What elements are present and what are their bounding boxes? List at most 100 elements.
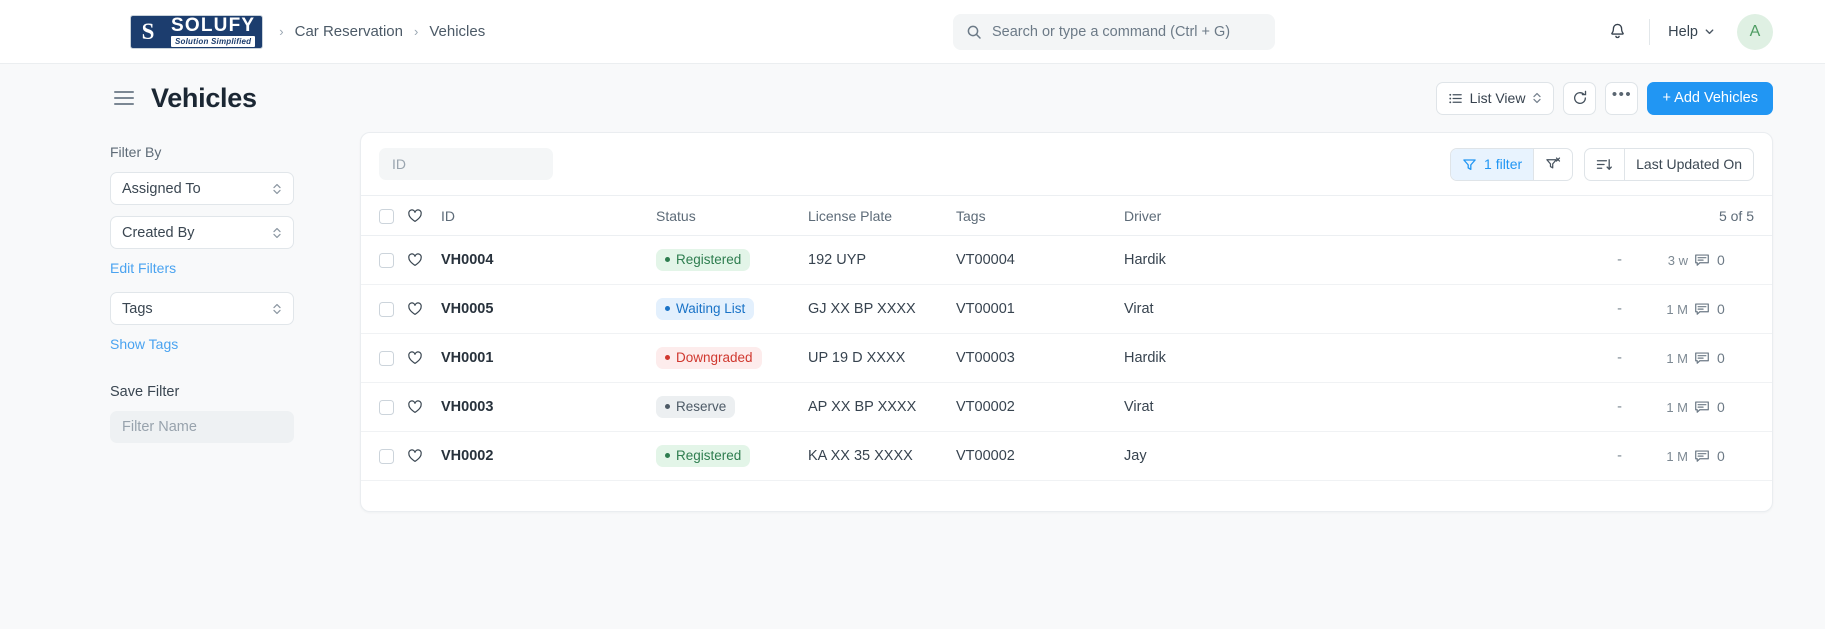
cell-status: Waiting List [656, 284, 808, 334]
row-favorite-cell [407, 382, 441, 432]
filter-count-label: 1 filter [1484, 156, 1523, 172]
more-options-button[interactable]: ••• [1605, 81, 1639, 115]
cell-driver: Jay [1124, 431, 1582, 481]
cell-spacer: - [1582, 382, 1622, 432]
select-all-checkbox[interactable] [379, 208, 394, 224]
table-row[interactable]: VH0003 Reserve AP XX BP XXXX VT00002 Virat -1… [361, 382, 1772, 432]
sort-controls: Last Updated On [1584, 147, 1754, 181]
cell-status: Downgraded [656, 333, 808, 383]
notifications-button[interactable] [1599, 14, 1635, 50]
table-row[interactable]: VH0002 Registered KA XX 35 XXXX VT00002 Jay -… [361, 431, 1772, 481]
heart-icon[interactable] [407, 252, 441, 268]
table-row[interactable]: VH0001 Downgraded UP 19 D XXXX VT00003 Hardi… [361, 333, 1772, 383]
cell-status: Registered [656, 235, 808, 285]
heart-icon[interactable] [407, 301, 441, 317]
add-vehicles-button[interactable]: + Add Vehicles [1647, 81, 1773, 115]
status-dot-icon [665, 306, 670, 311]
column-header-driver[interactable]: Driver [1124, 195, 1582, 236]
filter-created-by[interactable]: Created By [110, 216, 294, 249]
status-badge: Waiting List [656, 298, 755, 320]
column-header-license-plate[interactable]: License Plate [808, 195, 956, 236]
status-dot-icon [665, 404, 670, 409]
comment-icon [1694, 351, 1710, 366]
status-badge: Registered [656, 445, 751, 467]
cell-spacer: - [1582, 284, 1622, 334]
heart-icon [407, 208, 441, 224]
table-toolbar: ID 1 filter Last Updated On [361, 133, 1772, 195]
cell-driver: Hardik [1124, 235, 1582, 285]
row-checkbox[interactable] [379, 350, 394, 366]
table-body: VH0004 Registered 192 UYP VT00004 Hardik -3 w… [361, 235, 1772, 481]
sort-field-label: Last Updated On [1636, 156, 1742, 172]
chevron-updown-icon [272, 302, 282, 316]
heart-icon[interactable] [407, 399, 441, 415]
navbar-divider [1649, 18, 1651, 45]
comment-count: 0 [1717, 399, 1725, 415]
list-icon [1448, 91, 1463, 106]
status-label: Registered [676, 448, 742, 463]
sort-direction-button[interactable] [1585, 149, 1624, 180]
help-label: Help [1668, 23, 1698, 40]
cell-id[interactable]: VH0003 [441, 382, 656, 432]
heart-icon[interactable] [407, 448, 441, 464]
column-header-age [1622, 195, 1694, 236]
cell-comments[interactable]: 0 [1694, 284, 1772, 334]
select-all-header [361, 195, 407, 236]
row-checkbox[interactable] [379, 301, 394, 317]
filter-tags[interactable]: Tags [110, 292, 294, 325]
show-tags-link[interactable]: Show Tags [110, 336, 178, 352]
cell-id[interactable]: VH0002 [441, 431, 656, 481]
sidebar-toggle-icon[interactable] [110, 87, 138, 109]
cell-comments[interactable]: 0 [1694, 333, 1772, 383]
help-menu[interactable]: Help [1664, 18, 1719, 46]
column-header-id[interactable]: ID [441, 195, 656, 236]
table-toolbar-right: 1 filter Last Updated On [1450, 147, 1754, 181]
id-search-input[interactable]: ID [379, 148, 553, 180]
filter-assigned-to[interactable]: Assigned To [110, 172, 294, 205]
filter-count-button[interactable]: 1 filter [1451, 148, 1534, 180]
comment-icon [1694, 449, 1710, 464]
row-select-cell [361, 333, 407, 383]
row-select-cell [361, 382, 407, 432]
avatar[interactable]: A [1737, 13, 1773, 50]
clear-filter-button[interactable] [1534, 149, 1572, 180]
cell-comments[interactable]: 0 [1694, 382, 1772, 432]
breadcrumb-item-vehicles[interactable]: Vehicles [429, 23, 485, 40]
sort-descending-icon [1596, 157, 1613, 172]
heart-icon[interactable] [407, 350, 441, 366]
table-row[interactable]: VH0005 Waiting List GJ XX BP XXXX VT00001 Vi… [361, 284, 1772, 334]
cell-id[interactable]: VH0004 [441, 235, 656, 285]
cell-license-plate: AP XX BP XXXX [808, 382, 956, 432]
list-view-switcher[interactable]: List View [1435, 81, 1555, 115]
cell-last-updated: 1 M [1622, 431, 1694, 481]
chevron-down-icon [1704, 26, 1715, 37]
cell-id[interactable]: VH0001 [441, 333, 656, 383]
search-input[interactable]: Search or type a command (Ctrl + G) [992, 24, 1230, 40]
cell-id[interactable]: VH0005 [441, 284, 656, 334]
filter-tags-label: Tags [122, 300, 153, 317]
cell-last-updated: 1 M [1622, 382, 1694, 432]
cell-last-updated: 1 M [1622, 284, 1694, 334]
column-header-status[interactable]: Status [656, 195, 808, 236]
page-header-actions: List View ••• + Add Vehicles [1435, 81, 1773, 115]
logo[interactable]: S SOLUFY Solution Simplified [130, 14, 264, 49]
sort-field-button[interactable]: Last Updated On [1625, 149, 1753, 180]
table-row[interactable]: VH0004 Registered 192 UYP VT00004 Hardik -3 w… [361, 235, 1772, 285]
edit-filters-link[interactable]: Edit Filters [110, 260, 176, 276]
breadcrumb-item-car-reservation[interactable]: Car Reservation [295, 23, 403, 40]
row-checkbox[interactable] [379, 399, 394, 415]
filter-name-input[interactable]: Filter Name [110, 411, 294, 443]
cell-tags: VT00003 [956, 333, 1124, 383]
row-checkbox[interactable] [379, 252, 394, 268]
row-checkbox[interactable] [379, 448, 394, 464]
cell-comments[interactable]: 0 [1694, 431, 1772, 481]
page-title: Vehicles [151, 82, 257, 113]
cell-tags: VT00002 [956, 382, 1124, 432]
column-header-spacer [1582, 195, 1622, 236]
refresh-button[interactable] [1563, 81, 1597, 115]
cell-comments[interactable]: 0 [1694, 235, 1772, 285]
global-search[interactable]: Search or type a command (Ctrl + G) [953, 14, 1275, 50]
column-header-tags[interactable]: Tags [956, 195, 1124, 236]
avatar-initial: A [1749, 22, 1761, 40]
chevron-updown-icon [272, 226, 282, 240]
